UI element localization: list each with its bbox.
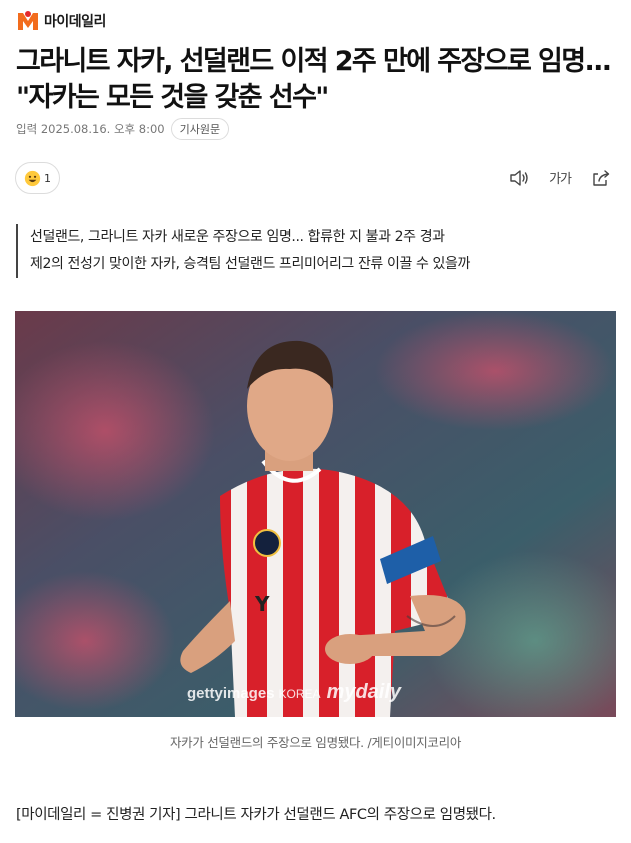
photo-caption: 자카가 선덜랜드의 주장으로 임명됐다. /게티이미지코리아	[169, 735, 462, 750]
reaction-count: 1	[44, 171, 51, 185]
speaker-icon	[510, 169, 528, 186]
watermark-getty: gettyimages	[187, 685, 275, 702]
font-size-button[interactable]: 가가	[549, 168, 572, 187]
audio-button[interactable]	[509, 169, 529, 187]
watermark-korea: KOREA	[278, 687, 321, 701]
reaction-button[interactable]: 1	[15, 162, 60, 194]
watermark-mydaily: mydaily	[326, 681, 402, 703]
mydaily-logo-icon	[18, 11, 38, 30]
article-tools: 가가	[509, 168, 611, 187]
smiley-emoji-icon	[24, 170, 41, 186]
original-article-button[interactable]: 기사원문	[170, 118, 230, 140]
svg-text:Y: Y	[254, 592, 270, 616]
article-body-first-paragraph: [마이데일리 = 진병권 기자] 그라니트 자카가 선덜랜드 AFC의 주장으로…	[16, 807, 496, 823]
player-photo-illustration: Y	[15, 311, 616, 717]
article-summary: 선덜랜드, 그라니트 자카 새로운 주장으로 임명... 합류한 지 불과 2주…	[16, 224, 610, 278]
photo-watermark: gettyimages KOREA mydaily	[187, 681, 401, 704]
brand-name: 마이데일리	[44, 14, 106, 30]
font-size-icon: 가가	[549, 172, 572, 187]
article-photo[interactable]: Y gettyimages KOREA mydaily	[15, 311, 616, 717]
summary-line-2: 제2의 전성기 맞이한 자카, 승격팀 선덜랜드 프리미어리그 잔류 이끌 수 …	[30, 256, 470, 272]
brand-logo[interactable]: 마이데일리	[16, 8, 106, 34]
article-title: 그라니트 자카, 선덜랜드 이적 2주 만에 주장으로 임명... "자카는 모…	[16, 46, 612, 113]
published-time: 입력 2025.08.16. 오후 8:00	[16, 122, 165, 136]
article-meta: 입력 2025.08.16. 오후 8:00 기사원문	[16, 118, 230, 140]
share-icon	[593, 169, 610, 186]
share-button[interactable]	[591, 169, 611, 187]
summary-line-1: 선덜랜드, 그라니트 자카 새로운 주장으로 임명... 합류한 지 불과 2주…	[30, 229, 445, 245]
